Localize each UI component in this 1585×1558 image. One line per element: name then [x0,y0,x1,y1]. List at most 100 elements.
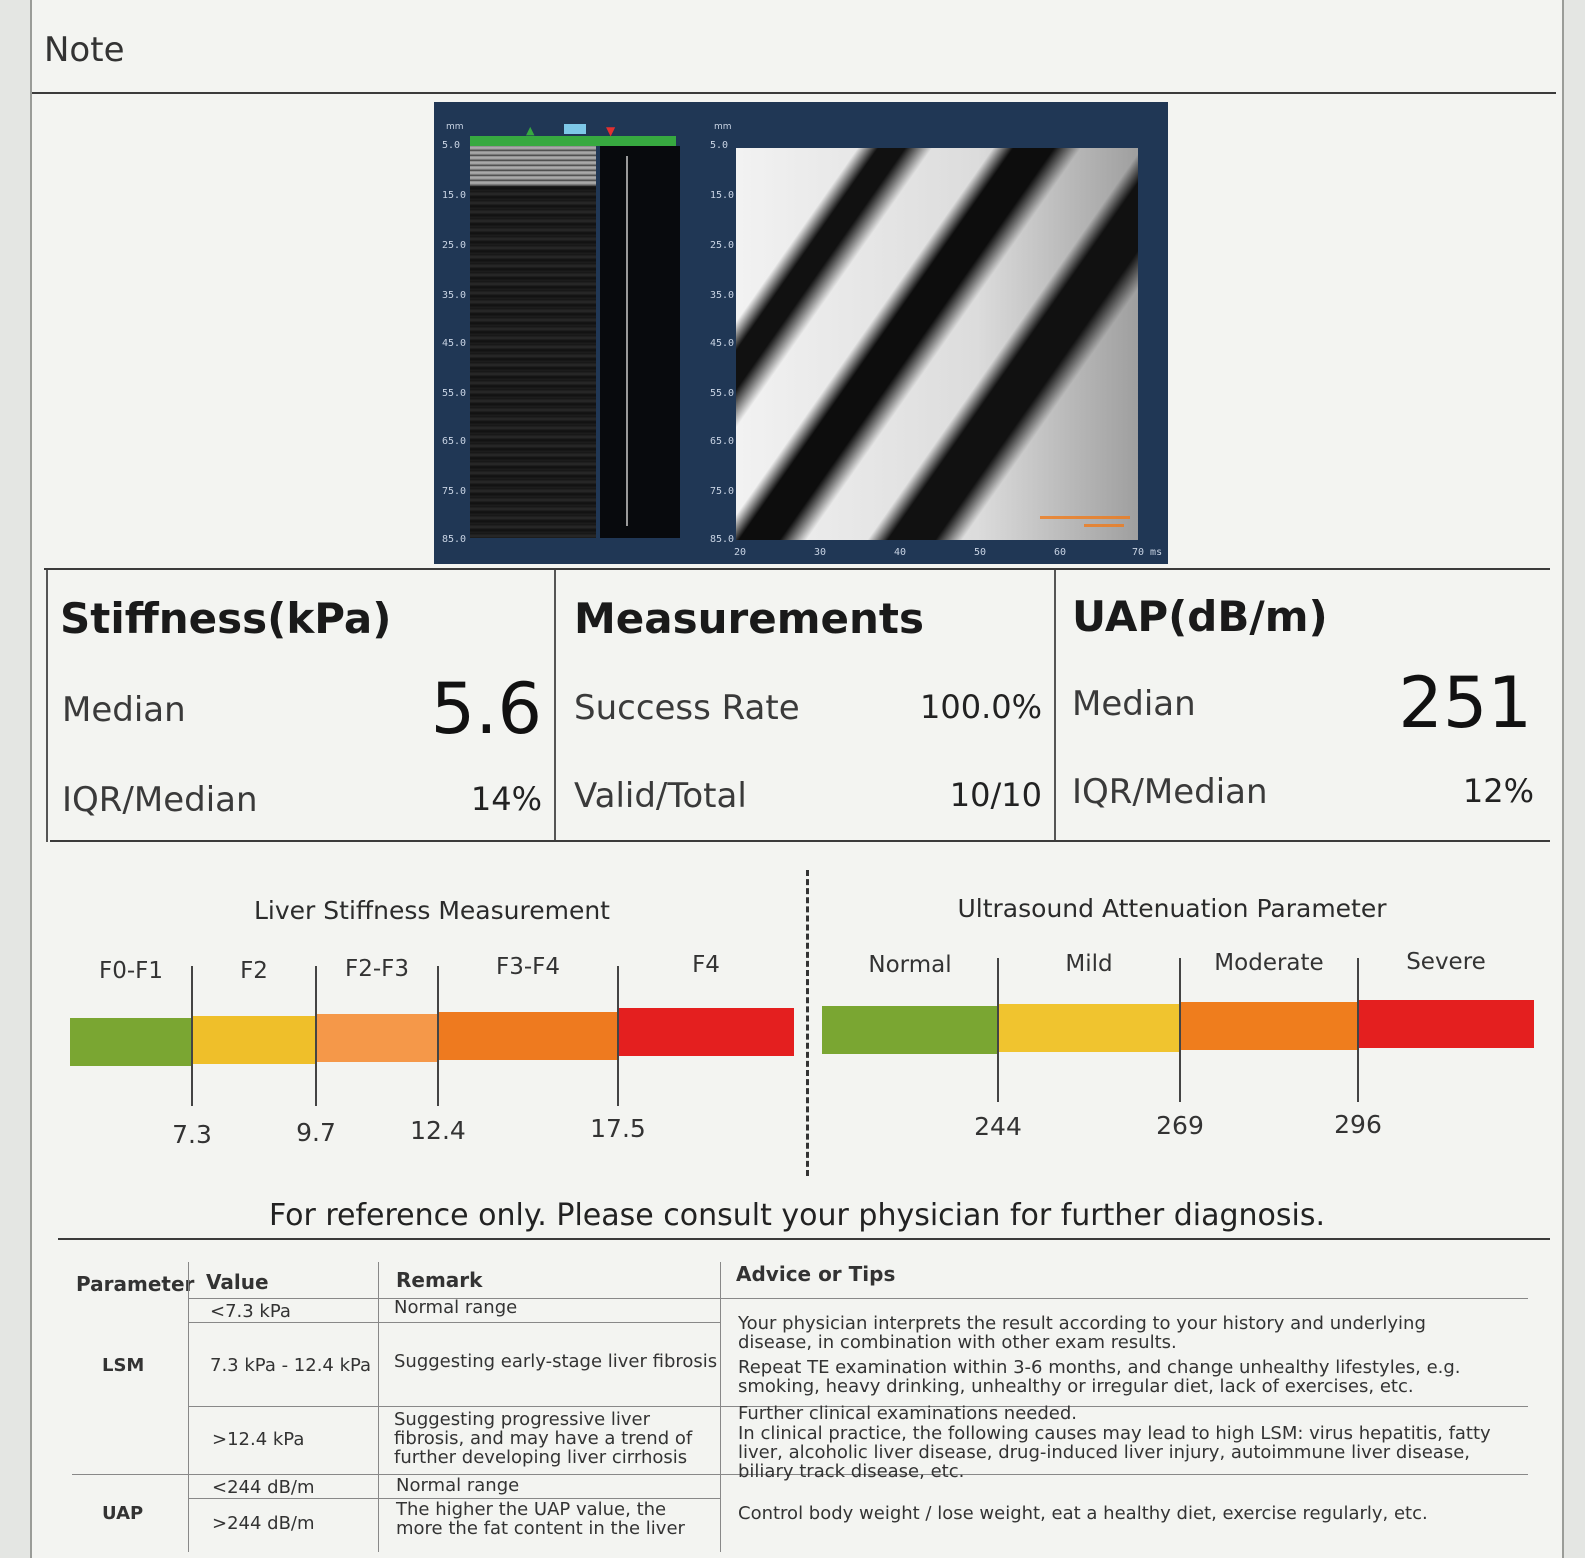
card-border [554,570,556,842]
lsm-value-3: >12.4 kPa [212,1429,305,1450]
elastogram [736,148,1138,540]
stiffness-title: Stiffness(kPa) [60,594,392,643]
lsm-threshold-value: 9.7 [296,1118,336,1147]
stiffness-iqr-value: 14% [470,780,542,818]
signal-bar [470,136,676,146]
time-tick: 60 [1054,547,1067,558]
depth-tick: 25.0 [710,240,735,251]
time-tick: 50 [974,547,987,558]
divider [32,92,1556,94]
uap-category-label: Severe [1406,949,1486,975]
divider [44,568,1550,570]
green-marker-icon: ▲ [526,124,535,137]
lsm-advice-1: Your physician interprets the result acc… [738,1313,1426,1353]
table-grid [378,1262,379,1552]
uap-iqr-label: IQR/Median [1072,772,1268,812]
uap-segment [998,1004,1180,1052]
lsm-segment [192,1016,316,1064]
depth-tick: 15.0 [710,190,735,201]
depth-tick: 45.0 [442,338,467,349]
valid-total-value: 10/10 [949,776,1042,814]
uap-threshold-value: 296 [1334,1110,1382,1139]
lsm-advice-3: Further clinical examinations needed. [738,1403,1077,1424]
table-grid [188,1322,720,1323]
lsm-segment [618,1008,794,1056]
lsm-segment [316,1014,438,1062]
divider [50,840,1550,842]
disclaimer: For reference only. Please consult your … [268,1198,1326,1233]
lsm-threshold-tick [437,966,439,1106]
success-rate-label: Success Rate [574,688,800,728]
uap-row-label: UAP [102,1503,144,1524]
time-tick: 40 [894,547,907,558]
col-value: Value [206,1270,269,1294]
uap-value-1: <244 dB/m [212,1477,315,1498]
blue-marker-icon [564,124,586,134]
success-rate-value: 100.0% [919,688,1042,726]
depth-tick: 35.0 [442,290,467,301]
lsm-advice-2: Repeat TE examination within 3-6 months,… [738,1357,1461,1397]
depth-tick: 55.0 [710,388,735,399]
uap-advice: Control body weight / lose weight, eat a… [738,1503,1428,1524]
col-advice: Advice or Tips [736,1262,896,1286]
stiffness-median-label: Median [62,690,186,730]
depth-tick: 5.0 [442,140,461,151]
depth-tick: 5.0 [710,140,729,151]
uap-title: UAP(dB/m) [1072,592,1328,641]
uap-iqr-value: 12% [1462,772,1534,810]
uap-value-2: >244 dB/m [212,1513,315,1534]
report-sheet: Note ▲ ▼ mm mm 5.0 15.0 25.0 35.0 45.0 55.0 65… [30,0,1564,1558]
depth-tick: 65.0 [710,436,735,447]
col-remark: Remark [396,1268,483,1292]
uap-category-label: Moderate [1214,950,1324,976]
uap-threshold-tick [1179,958,1181,1102]
uap-category-label: Normal [868,952,952,978]
time-tick: 30 [814,547,827,558]
divider [58,1238,1550,1240]
lsm-category-label: F0-F1 [98,958,164,984]
a-mode-trace [600,146,680,538]
uap-remark-2: The higher the UAP value, the more the f… [396,1499,685,1539]
lsm-threshold-value: 12.4 [410,1116,466,1145]
stiffness-median-value: 5.6 [430,668,542,750]
m-mode-image [470,146,596,538]
col-parameter: Parameter [76,1272,195,1296]
uap-remark-1: Normal range [396,1475,520,1496]
depth-tick: 35.0 [710,290,735,301]
lsm-scale-title: Liver Stiffness Measurement [254,896,610,925]
table-grid [188,1262,189,1552]
lsm-category-label: F4 [692,952,720,978]
uap-threshold-tick [997,958,999,1102]
lsm-segment [70,1018,192,1066]
measurements-title: Measurements [574,594,924,643]
velocity-overlay [1040,516,1130,519]
uap-median-value: 251 [1398,662,1532,744]
ultrasound-image: ▲ ▼ mm mm 5.0 15.0 25.0 35.0 45.0 55.0 65.0 75.… [434,102,1168,564]
uap-scale-title: Ultrasound Attenuation Parameter [957,894,1387,923]
lsm-row-label: LSM [102,1355,145,1376]
depth-unit-left: mm [446,122,464,132]
uap-threshold-value: 244 [974,1112,1022,1141]
uap-segment [822,1006,998,1054]
depth-tick: 65.0 [442,436,467,447]
velocity-overlay [1084,524,1124,527]
uap-median-label: Median [1072,684,1196,724]
depth-unit-right: mm [714,122,732,132]
lsm-threshold-tick [315,966,317,1106]
depth-tick: 25.0 [442,240,467,251]
uap-segment [1180,1002,1358,1050]
card-border [1054,570,1056,842]
stiffness-iqr-label: IQR/Median [62,780,258,820]
table-grid [188,1298,1528,1299]
lsm-category-label: F2-F3 [344,956,410,982]
depth-tick: 55.0 [442,388,467,399]
lsm-advice-4: In clinical practice, the following caus… [738,1423,1491,1482]
time-tick: 20 [734,547,747,558]
lsm-remark-3: Suggesting progressive liver fibrosis, a… [394,1409,693,1468]
uap-category-label: Mild [1065,951,1113,977]
m-mode-surface [470,146,596,186]
lsm-threshold-value: 17.5 [590,1114,646,1143]
lsm-remark-1: Normal range [394,1297,518,1318]
time-tick: 70 ms [1132,547,1163,558]
depth-tick: 85.0 [442,534,467,545]
